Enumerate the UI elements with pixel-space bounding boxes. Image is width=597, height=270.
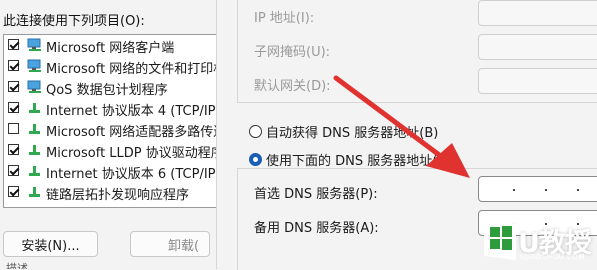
arrow-shaft — [333, 75, 449, 163]
watermark-url: UJIAOSHOU.COM — [520, 253, 585, 261]
